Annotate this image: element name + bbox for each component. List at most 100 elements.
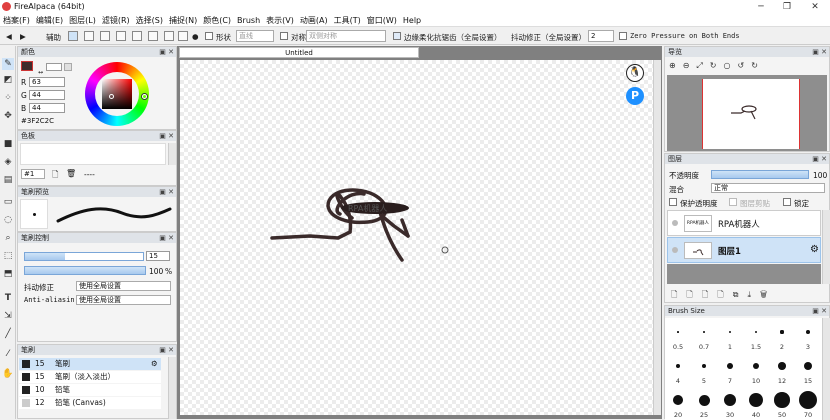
canvas-vertical-scrollbar[interactable] [653, 60, 661, 415]
clipping-checkbox[interactable] [729, 198, 737, 206]
snap-settings-icon[interactable] [178, 31, 188, 41]
shape-select[interactable]: 直线 [236, 30, 274, 42]
swap-color-icon[interactable]: ↔ [38, 69, 43, 76]
brush-size-dot[interactable] [803, 361, 813, 371]
pixiv-icon[interactable]: P [626, 87, 644, 105]
navigator-preview[interactable] [667, 75, 827, 151]
panel-controls-icon[interactable]: ▣ ✕ [812, 47, 827, 57]
protect-alpha-checkbox[interactable] [669, 198, 677, 206]
menu-filter[interactable]: 滤镜(R) [99, 14, 133, 27]
move-tool-icon[interactable]: ✥ [2, 110, 14, 122]
brush-size-dot[interactable] [774, 392, 790, 408]
snap-ellipse-icon[interactable] [116, 31, 126, 41]
panel-controls-icon[interactable]: ▣ ✕ [159, 187, 174, 197]
menu-animation[interactable]: 动画(A) [297, 14, 331, 27]
pen-tool-icon[interactable]: ✎ [2, 58, 14, 70]
brush-size-dot[interactable] [752, 362, 760, 370]
select-tool-icon[interactable]: ▭ [2, 196, 14, 208]
r-value-field[interactable]: 63 [29, 77, 65, 87]
menu-file[interactable]: 档案(F) [0, 14, 33, 27]
navigator-tools-icon[interactable]: ⊕⊖⤢↻○↺↻ [669, 61, 765, 71]
brush-size-field[interactable]: 15 [146, 251, 170, 261]
brush-size-slider[interactable] [24, 252, 144, 261]
panel-controls-icon[interactable]: ▣ ✕ [159, 345, 174, 355]
snap-perspective-icon[interactable] [164, 31, 174, 41]
saturation-value-square[interactable] [102, 79, 132, 109]
gear-icon[interactable]: ⚙ [151, 358, 158, 370]
swatch-scrollbar[interactable] [168, 143, 176, 165]
blend-mode-select[interactable]: 正常 [711, 183, 825, 193]
lasso-tool-icon[interactable]: ◌ [2, 214, 14, 226]
penguin-icon[interactable]: 🐧 [626, 64, 644, 82]
eraser-tool-icon[interactable]: ◩ [2, 74, 14, 86]
brush-size-dot[interactable] [728, 330, 732, 334]
brush-size-grid[interactable]: 0.5 0.7 1 1.5 2 3 4 5 7 10 12 15 20 25 30 40 50 70 [665, 318, 823, 420]
menu-layer[interactable]: 图层(L) [66, 14, 99, 27]
delete-swatch-icon[interactable]: 🗑 [66, 169, 76, 178]
shape-checkbox[interactable] [205, 32, 213, 40]
stabilizer-select[interactable]: 2 [588, 30, 614, 42]
edge-soften-checkbox[interactable] [393, 32, 401, 40]
menu-brush[interactable]: Brush [234, 15, 263, 26]
snap-curve-icon[interactable] [148, 31, 158, 41]
brush-opacity-slider[interactable] [24, 266, 146, 275]
zero-pressure-checkbox[interactable] [619, 32, 627, 40]
canvas-tab[interactable]: Untitled [179, 47, 419, 58]
swatch-set-select[interactable]: #1 [21, 169, 45, 179]
lock-checkbox[interactable] [783, 198, 791, 206]
menu-tools[interactable]: 工具(T) [331, 14, 364, 27]
brush-size-dot[interactable] [727, 363, 733, 369]
fill-shape-tool-icon[interactable]: ■ [2, 138, 14, 150]
brush-size-dot[interactable] [799, 391, 817, 409]
snap-off-icon[interactable] [68, 31, 78, 41]
maximize-button[interactable]: ❐ [778, 1, 796, 13]
hue-cursor[interactable] [142, 94, 147, 99]
bucket-tool-icon[interactable]: ◈ [2, 156, 14, 168]
foreground-color-swatch[interactable] [21, 61, 33, 71]
layers-scrollbar[interactable] [822, 210, 830, 284]
brush-size-scrollbar[interactable] [822, 318, 830, 420]
snap-parallel-icon[interactable] [84, 31, 94, 41]
brush-antialias-select[interactable]: 使用全局设置 [76, 295, 171, 305]
layer-actions-icon[interactable]: 🗋🗋🗋🗋⧉⤓🗑 [671, 289, 776, 303]
panel-controls-icon[interactable]: ▣ ✕ [159, 233, 174, 243]
panel-controls-icon[interactable]: ▣ ✕ [159, 47, 174, 57]
brush-size-dot[interactable] [703, 331, 705, 333]
gear-icon[interactable]: ⚙ [810, 244, 819, 255]
brush-size-dot[interactable] [754, 330, 758, 334]
new-swatch-icon[interactable]: 🗋 [52, 169, 58, 183]
symmetry-checkbox[interactable] [280, 32, 288, 40]
layer-row[interactable]: RPA机器人 RPA机器人 [667, 210, 821, 236]
gradient-tool-icon[interactable]: ▤ [2, 174, 14, 186]
brush-list-item[interactable]: 12 铅笔 (Canvas) [19, 397, 161, 409]
hex-value[interactable]: #3F2C2C [21, 117, 54, 125]
panel-controls-icon[interactable]: ▣ ✕ [159, 131, 174, 141]
brush-size-dot[interactable] [675, 363, 681, 369]
eye-icon[interactable] [672, 247, 678, 253]
brush-size-dot[interactable] [778, 362, 786, 370]
menu-snap[interactable]: 捕捉(N) [166, 14, 200, 27]
brush-size-dot[interactable] [749, 393, 763, 407]
hand-tool-icon[interactable]: ✋ [2, 368, 14, 380]
navigator-viewport[interactable] [702, 79, 800, 149]
brush-size-dot[interactable] [780, 330, 784, 334]
magic-wand-tool-icon[interactable]: ⌕ [2, 232, 14, 244]
layer-opacity-slider[interactable] [711, 170, 809, 179]
background-color-swatch[interactable] [46, 63, 62, 71]
brush-list-item[interactable]: 10 铅笔 [19, 384, 161, 396]
brush-size-dot[interactable] [701, 363, 707, 369]
layer-row[interactable]: 图层1 ⚙ [667, 237, 821, 263]
panel-controls-icon[interactable]: ▣ ✕ [812, 154, 827, 164]
divide-tool-icon[interactable]: ╱ [2, 328, 14, 340]
menu-edit[interactable]: 编辑(E) [33, 14, 66, 27]
snap-radial-icon[interactable] [132, 31, 142, 41]
drawing-canvas[interactable]: RPA机器人 🐧 P [180, 60, 658, 415]
select-pen-tool-icon[interactable]: ⬚ [2, 250, 14, 262]
text-tool-icon[interactable]: T [2, 292, 14, 304]
snap-cross-icon[interactable] [100, 31, 110, 41]
symmetry-select[interactable]: 双侧对称 [306, 30, 386, 42]
brush-size-dot[interactable] [677, 331, 679, 333]
menu-view[interactable]: 表示(V) [263, 14, 297, 27]
brush-stabilizer-select[interactable]: 使用全局设置 [76, 281, 171, 291]
eyedropper-tool-icon[interactable]: ⁄ [2, 348, 14, 360]
